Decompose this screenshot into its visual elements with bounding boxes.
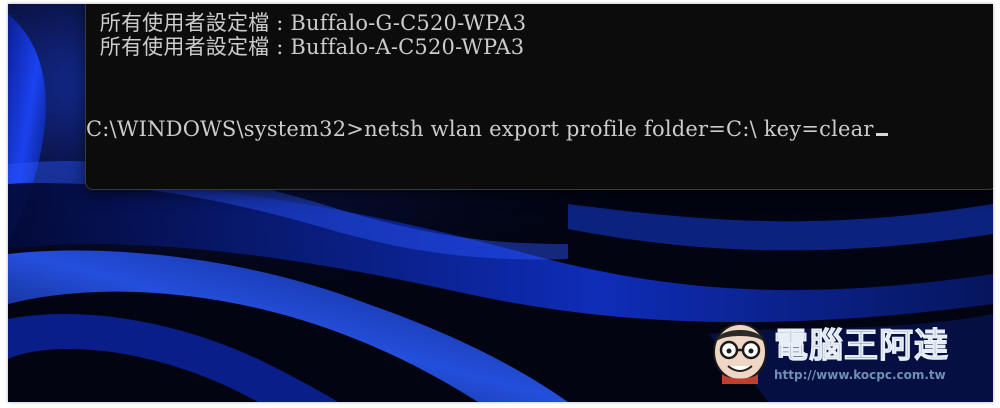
terminal-output-line: 所有使用者設定檔 : Buffalo-G-C520-WPA3 (86, 11, 527, 35)
screenshot-frame: 所有使用者設定檔 : Buffalo-G-C520-WPA3 所有使用者設定檔 … (0, 0, 1000, 408)
command-prompt-window[interactable]: 所有使用者設定檔 : Buffalo-G-C520-WPA3 所有使用者設定檔 … (85, 4, 993, 190)
terminal-command-text: C:\WINDOWS\system32>netsh wlan export pr… (86, 117, 874, 141)
text-cursor (875, 133, 888, 136)
watermark: 電腦王阿達 http://www.kocpc.com.tw (708, 312, 978, 392)
watermark-url: http://www.kocpc.com.tw (774, 368, 946, 382)
terminal-output-line: 所有使用者設定檔 : Buffalo-A-C520-WPA3 (86, 35, 525, 59)
cartoon-face-logo-icon (713, 323, 767, 384)
terminal-command-line[interactable]: C:\WINDOWS\system32>netsh wlan export pr… (86, 117, 888, 141)
watermark-title: 電腦王阿達 (774, 326, 949, 367)
desktop: 所有使用者設定檔 : Buffalo-G-C520-WPA3 所有使用者設定檔 … (8, 4, 993, 402)
